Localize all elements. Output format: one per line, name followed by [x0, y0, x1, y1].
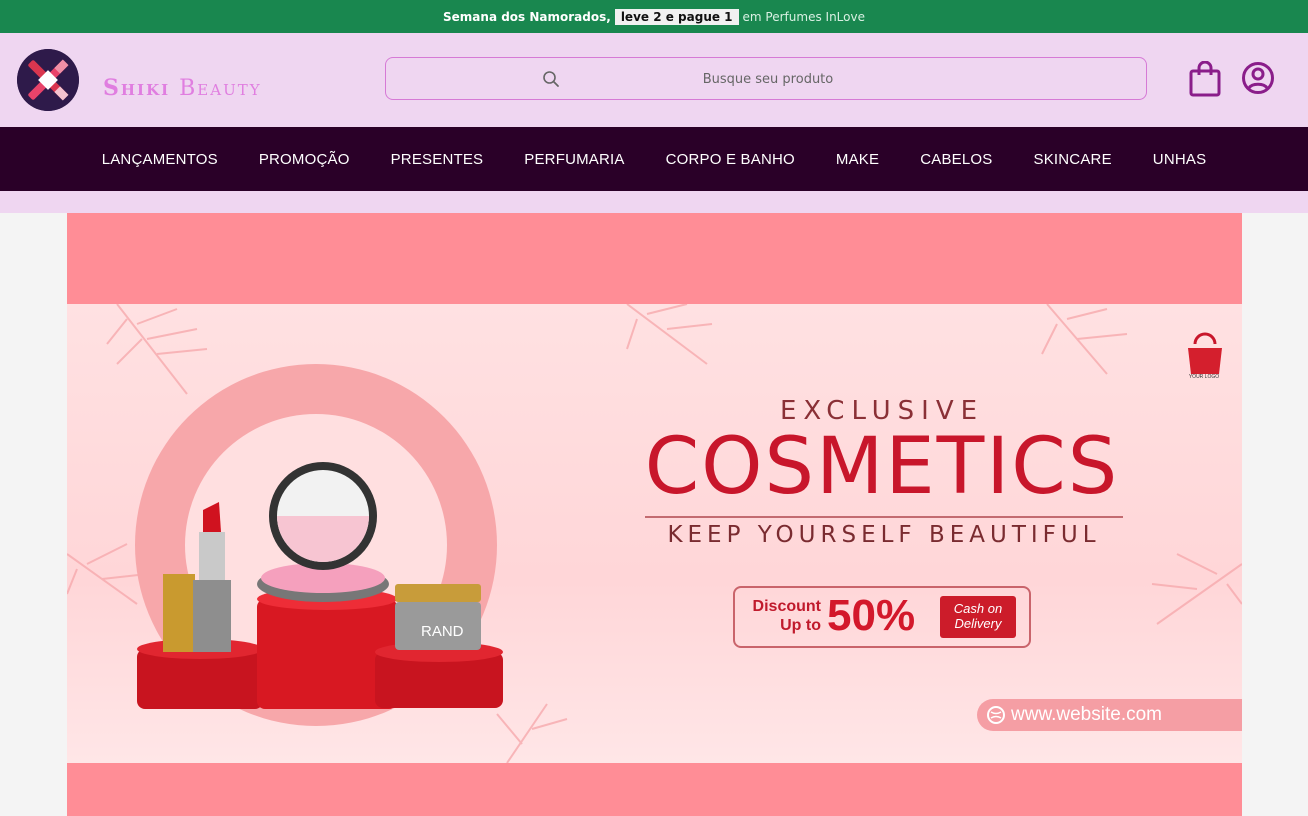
search-input[interactable]	[586, 58, 950, 101]
globe-icon	[987, 706, 1005, 724]
brand-logo-icon	[17, 49, 79, 111]
search-bar[interactable]	[385, 57, 1147, 101]
brand-logo[interactable]	[17, 49, 79, 111]
cash-on-delivery-badge: Cash on Delivery	[940, 596, 1016, 638]
website-pill: www.website.com	[977, 699, 1242, 731]
promo-bar: Semana dos Namorados, leve 2 e pague 1 e…	[0, 0, 1308, 33]
shopping-bag-icon[interactable]	[1189, 61, 1221, 97]
your-logo-icon	[1188, 332, 1222, 374]
nav-item-cabelos[interactable]: CABELOS	[920, 151, 992, 168]
your-logo-text: YOUR LOGO	[1188, 374, 1220, 380]
website-url: www.website.com	[1011, 704, 1162, 725]
discount-box: Discount Up to 50% Cash on Delivery	[733, 586, 1031, 648]
nav-item-lancamentos[interactable]: LANÇAMENTOS	[102, 151, 218, 168]
user-account-icon[interactable]	[1241, 61, 1275, 95]
nav-item-perfumaria[interactable]: PERFUMARIA	[524, 151, 624, 168]
nav-item-promocao[interactable]: PROMOÇÃO	[259, 151, 350, 168]
nav-item-unhas[interactable]: UNHAS	[1153, 151, 1207, 168]
promo-highlight[interactable]: leve 2 e pague 1	[614, 8, 739, 25]
promo-rest: em Perfumes InLove	[742, 9, 865, 24]
nav-item-presentes[interactable]: PRESENTES	[391, 151, 484, 168]
brand-name[interactable]: Shiki Beauty	[103, 75, 262, 101]
banner-image: RAND YOUR LOGO EXCLUSIVE COSMETICS KEEP …	[67, 304, 1242, 763]
banner-cosmetics: COSMETICS	[644, 422, 1120, 512]
nav-item-skincare[interactable]: SKINCARE	[1033, 151, 1111, 168]
brand-name-first: Shiki	[103, 75, 171, 101]
cosmetics-products-illustration: RAND	[137, 462, 503, 709]
hero-banner[interactable]: RAND YOUR LOGO EXCLUSIVE COSMETICS KEEP …	[67, 213, 1242, 816]
jar-label: RAND	[421, 623, 464, 640]
discount-value: 50%	[827, 591, 916, 640]
main-nav: LANÇAMENTOS PROMOÇÃO PRESENTES PERFUMARI…	[0, 127, 1308, 191]
nav-spacer	[0, 191, 1308, 213]
banner-tagline: KEEP YOURSELF BEAUTIFUL	[645, 516, 1123, 548]
nav-item-corpo-e-banho[interactable]: CORPO E BANHO	[666, 151, 795, 168]
nav-item-make[interactable]: MAKE	[836, 151, 879, 168]
search-icon[interactable]	[542, 70, 560, 88]
brand-name-second: Beauty	[179, 76, 262, 101]
discount-label: Discount Up to	[752, 598, 821, 634]
promo-text: Semana dos Namorados,	[443, 9, 611, 24]
header: Shiki Beauty	[0, 33, 1308, 127]
